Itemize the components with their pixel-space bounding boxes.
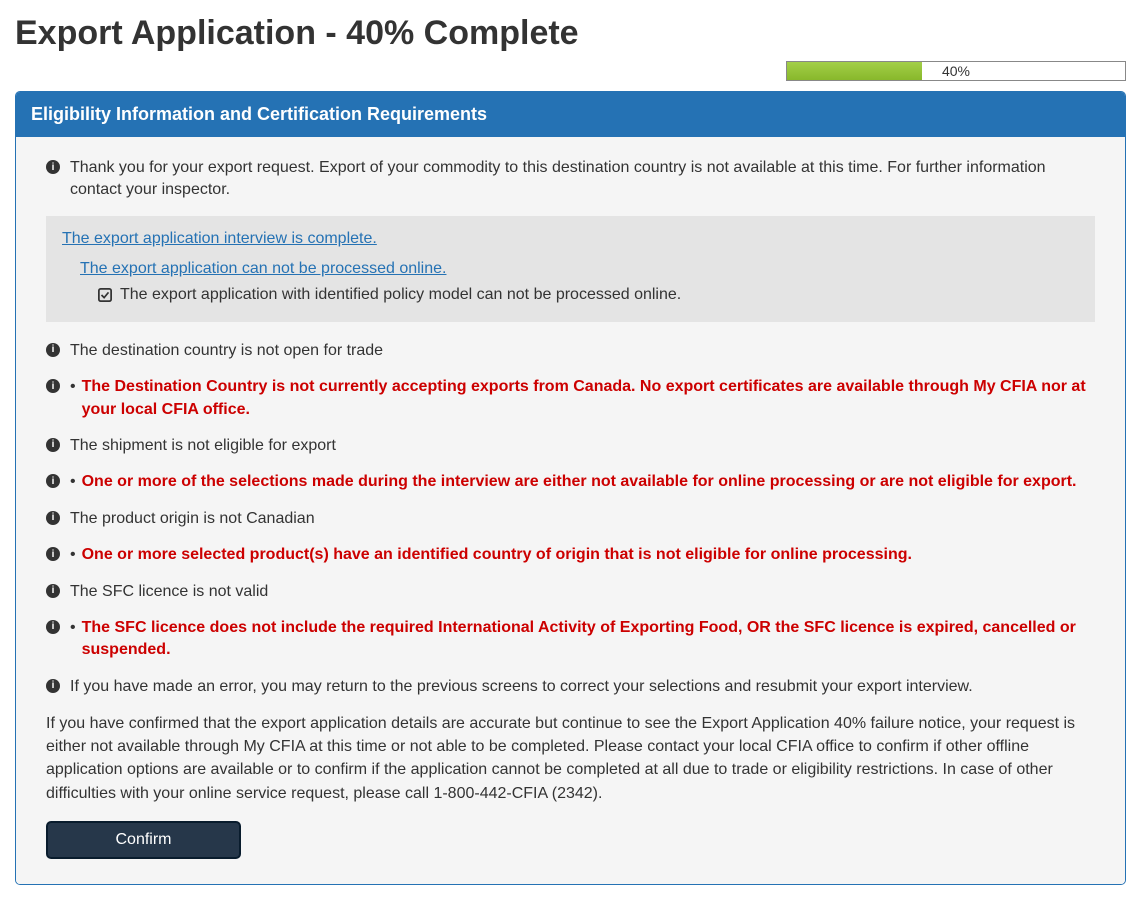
info-icon: i [46, 160, 60, 174]
intro-text: Thank you for your export request. Expor… [70, 157, 1095, 202]
info-text: If you have made an error, you may retur… [70, 676, 1095, 698]
info-item: i If you have made an error, you may retu… [46, 676, 1095, 698]
interview-complete-row: The export application interview is comp… [62, 230, 1079, 248]
cannot-process-link[interactable]: The export application can not be proces… [80, 260, 446, 277]
bullet-icon: • [70, 617, 76, 662]
info-item: i •The Destination Country is not current… [46, 376, 1095, 421]
bullet-icon: • [70, 471, 76, 493]
progress-bar: 40% [786, 61, 1126, 81]
progress-label: 40% [787, 62, 1125, 80]
info-text: The SFC licence is not valid [70, 581, 1095, 603]
info-text: • One or more selected product(s) have an… [70, 544, 1095, 566]
info-icon: i [46, 343, 60, 357]
interview-complete-link[interactable]: The export application interview is comp… [62, 230, 377, 247]
info-icon: i [46, 438, 60, 452]
error-text: One or more of the selections made durin… [82, 471, 1077, 493]
error-text: The SFC licence does not include the req… [82, 617, 1095, 662]
info-text: • One or more of the selections made duri… [70, 471, 1095, 493]
info-item: i The product origin is not Canadian [46, 508, 1095, 530]
panel-header: Eligibility Information and Certificatio… [16, 92, 1125, 137]
info-item: i •The SFC licence does not include the r… [46, 617, 1095, 662]
panel-body: i Thank you for your export request. Exp… [16, 137, 1125, 884]
info-item: i The destination country is not open for… [46, 340, 1095, 362]
info-icon: i [46, 379, 60, 393]
info-icon: i [46, 679, 60, 693]
info-item: i The shipment is not eligible for export [46, 435, 1095, 457]
cannot-process-row: The export application can not be proces… [62, 260, 1079, 278]
info-text: The destination country is not open for … [70, 340, 1095, 362]
info-text: •The SFC licence does not include the re… [70, 617, 1095, 662]
bullet-icon: • [70, 376, 76, 421]
info-item: i The SFC licence is not valid [46, 581, 1095, 603]
error-text: The Destination Country is not currently… [82, 376, 1095, 421]
info-icon: i [46, 511, 60, 525]
policy-model-row: The export application with identified p… [62, 286, 1079, 304]
intro-item: i Thank you for your export request. Exp… [46, 157, 1095, 202]
checkbox-checked-icon [98, 288, 112, 302]
info-text: The shipment is not eligible for export [70, 435, 1095, 457]
policy-model-text: The export application with identified p… [120, 286, 681, 304]
info-text: •The Destination Country is not currentl… [70, 376, 1095, 421]
info-icon: i [46, 584, 60, 598]
info-icon: i [46, 547, 60, 561]
info-item: i • One or more selected product(s) have a… [46, 544, 1095, 566]
bullet-icon: • [70, 544, 76, 566]
footer-paragraph: If you have confirmed that the export ap… [46, 712, 1095, 805]
page-title: Export Application - 40% Complete [15, 14, 1126, 53]
info-icon: i [46, 474, 60, 488]
confirm-button[interactable]: Confirm [46, 821, 241, 859]
info-text: The product origin is not Canadian [70, 508, 1095, 530]
progress-row: 40% [15, 61, 1126, 81]
error-text: One or more selected product(s) have an … [82, 544, 912, 566]
info-icon: i [46, 620, 60, 634]
interview-status-box: The export application interview is comp… [46, 216, 1095, 322]
info-item: i • One or more of the selections made dur… [46, 471, 1095, 493]
eligibility-panel: Eligibility Information and Certificatio… [15, 91, 1126, 885]
